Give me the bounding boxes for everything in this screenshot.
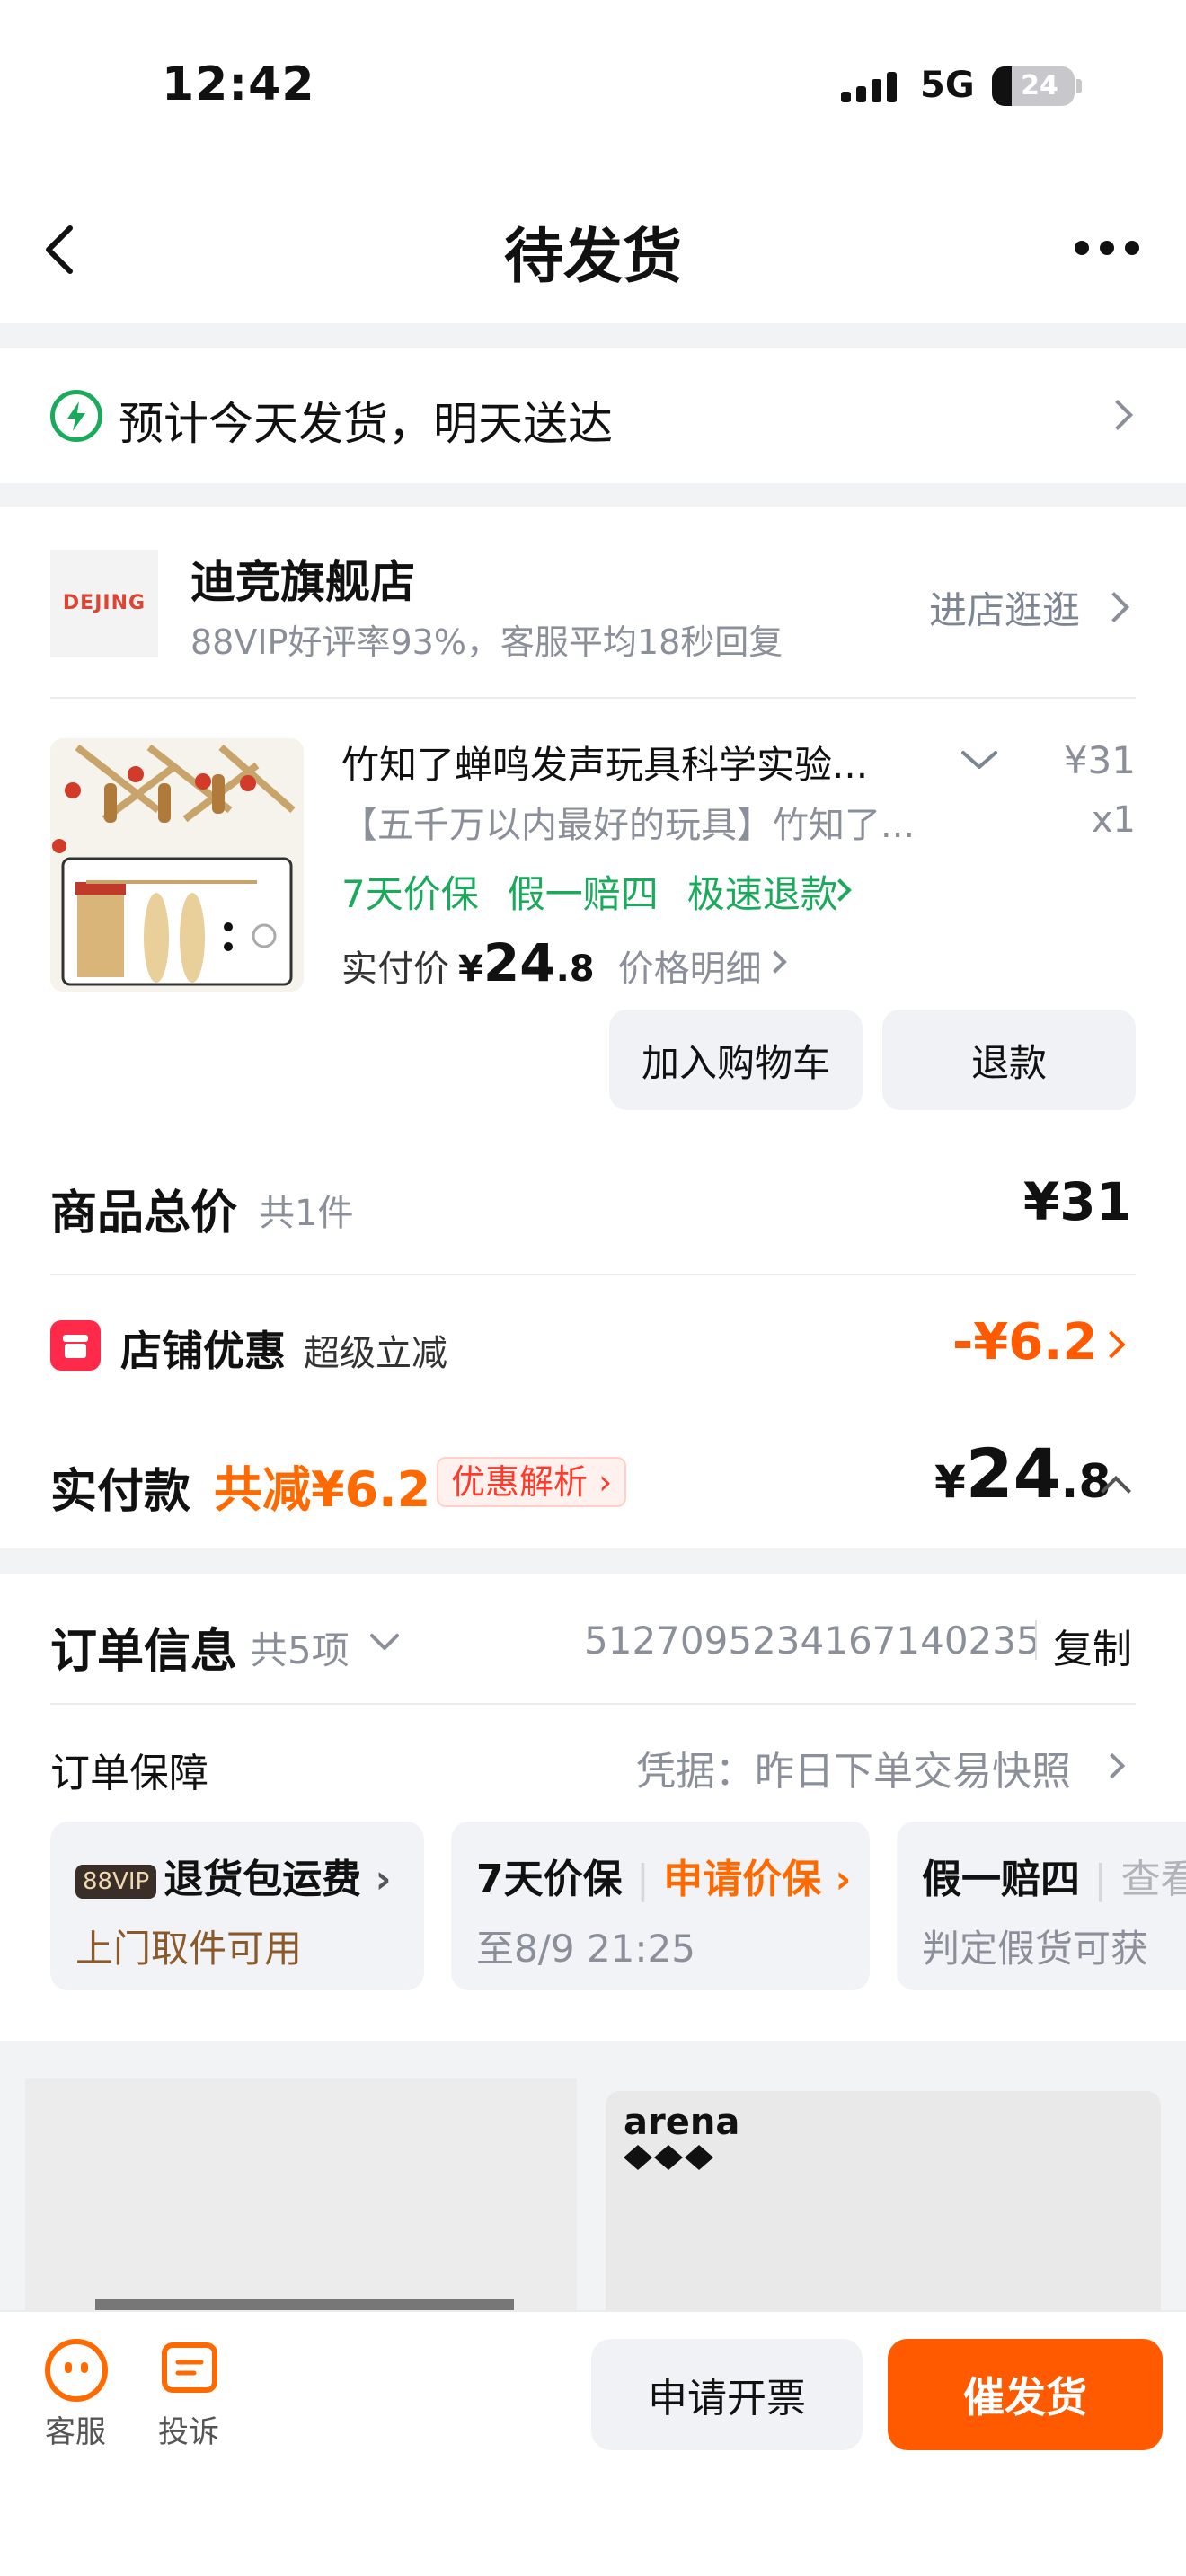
product-title[interactable]: 竹知了蝉鸣发声玩具科学实验...	[341, 735, 916, 790]
back-icon[interactable]	[43, 225, 75, 275]
total-saved: 共减¥6.2	[214, 1461, 431, 1518]
brand-logo: arena	[624, 2102, 740, 2143]
divider	[50, 1703, 1136, 1705]
order-guarantee-label: 订单保障	[50, 1751, 208, 1796]
chevron-right-icon: ›	[821, 1857, 852, 1902]
separator: |	[1093, 1857, 1108, 1902]
product-quantity: x1	[1091, 799, 1136, 841]
separator: |	[635, 1857, 650, 1902]
chevron-right-icon: ›	[598, 1462, 613, 1502]
customer-service-icon[interactable]	[45, 2339, 108, 2402]
signal-icon	[841, 70, 898, 102]
payment-total: ¥ 24 .8	[934, 1434, 1111, 1513]
product-service-tags[interactable]: 7天价保 假一赔四 极速退款	[341, 864, 838, 919]
battery-tip	[1076, 79, 1082, 93]
shop-logo[interactable]: DEJING	[50, 550, 158, 657]
chevron-down-icon[interactable]	[368, 1631, 401, 1653]
shop-subtitle: 88VIP好评率93%，客服平均18秒回复	[190, 622, 783, 662]
add-to-cart-button[interactable]: 加入购物车	[609, 1010, 863, 1110]
guarantee-title: 假一赔四 | 查看	[922, 1847, 1186, 1904]
request-invoice-button[interactable]: 申请开票	[591, 2339, 863, 2450]
guarantee-title-text: 退货包运费	[164, 1857, 362, 1902]
guarantee-card-price-protection[interactable]: 7天价保 | 申请价保 › 至8/9 21:25	[451, 1822, 870, 1990]
visit-shop-link[interactable]: 进店逛逛	[929, 580, 1080, 635]
guarantee-subtitle: 判定假货可获	[922, 1927, 1149, 1971]
guarantee-card-fake-compensation[interactable]: 假一赔四 | 查看 判定假货可获	[897, 1822, 1186, 1990]
view-link[interactable]: 查看	[1120, 1857, 1186, 1902]
shop-discount-type: 超级立减	[304, 1333, 447, 1374]
complaint-icon[interactable]	[162, 2342, 217, 2393]
shop-logo-text: DEJING	[62, 591, 146, 614]
subtotal-label: 商品总价	[50, 1187, 238, 1240]
paid-price-decimal: .8	[555, 948, 595, 990]
product-image[interactable]	[50, 738, 304, 992]
order-number: 5127095234167140235	[584, 1619, 1040, 1663]
status-time: 12:42	[162, 57, 315, 111]
copy-button[interactable]: 复制	[1053, 1617, 1132, 1674]
guarantee-title-text: 假一赔四	[922, 1857, 1080, 1902]
paid-price-currency: ¥	[458, 948, 483, 990]
delivery-estimate: 预计今天发货，明天送达	[119, 398, 613, 450]
discount-amount[interactable]: -¥6.2	[952, 1313, 1097, 1372]
guarantee-subtitle: 上门取件可用	[75, 1927, 303, 1971]
chevron-down-icon[interactable]	[960, 747, 999, 772]
payment-decimal: .8	[1060, 1455, 1111, 1509]
shop-discount-label: 店铺优惠	[120, 1327, 286, 1375]
payment-label: 实付款	[50, 1465, 191, 1519]
discount-analysis-badge[interactable]: 优惠解析 ›	[437, 1457, 627, 1507]
more-icon[interactable]	[1075, 241, 1139, 255]
discount-analysis-label: 优惠解析	[451, 1462, 589, 1502]
subtotal-price: ¥31	[1022, 1171, 1132, 1232]
product-description: 【五千万以内最好的玩具】竹知了...	[341, 805, 916, 846]
complaint-label[interactable]: 投诉	[158, 2407, 219, 2451]
product-price: ¥31	[1063, 738, 1136, 782]
battery-level: 24	[1021, 70, 1058, 101]
page-title: 待发货	[504, 222, 682, 291]
chevron-right-icon: ›	[361, 1857, 392, 1902]
guarantee-card-return-shipping[interactable]: 88VIP 退货包运费 › 上门取件可用	[50, 1822, 424, 1990]
vip-badge: 88VIP	[75, 1865, 157, 1899]
order-info-label: 订单信息	[50, 1625, 238, 1679]
divider	[50, 697, 1136, 699]
tag-price-protection: 7天价保	[341, 872, 479, 916]
payment-currency: ¥	[934, 1456, 966, 1508]
paid-price-row: 实付价 ¥ 24 .8 价格明细	[341, 932, 762, 993]
paid-price-label: 实付价	[341, 948, 449, 990]
tag-fake-compensation: 假一赔四	[507, 872, 659, 916]
guarantee-title-text: 7天价保	[476, 1857, 623, 1902]
brand-logo-mark	[624, 2145, 713, 2170]
item-count: 共1件	[259, 1193, 354, 1234]
refund-button[interactable]: 退款	[882, 1010, 1136, 1110]
payment-integer: 24	[965, 1434, 1061, 1513]
battery-icon: 24	[992, 66, 1075, 106]
guarantee-title: 7天价保 | 申请价保 ›	[476, 1847, 852, 1904]
urge-shipment-button[interactable]: 催发货	[888, 2339, 1163, 2450]
lightning-icon	[50, 390, 102, 442]
apply-price-protection-link[interactable]: 申请价保	[663, 1857, 821, 1902]
guarantee-evidence-link[interactable]: 凭据：昨日下单交易快照	[636, 1739, 1071, 1796]
price-detail-link[interactable]: 价格明细	[618, 940, 762, 992]
customer-service-label[interactable]: 客服	[45, 2407, 106, 2451]
paid-price-integer: 24	[482, 932, 556, 993]
shop-discount-icon	[50, 1320, 101, 1371]
network-label: 5G	[920, 65, 975, 106]
divider	[1035, 1620, 1037, 1660]
guarantee-title: 88VIP 退货包运费 ›	[75, 1847, 392, 1904]
order-info-count[interactable]: 共5项	[250, 1620, 350, 1675]
guarantee-subtitle: 至8/9 21:25	[476, 1927, 695, 1971]
tag-fast-refund: 极速退款	[686, 872, 838, 916]
shop-name[interactable]: 迪竞旗舰店	[190, 546, 415, 611]
divider	[50, 1274, 1136, 1275]
